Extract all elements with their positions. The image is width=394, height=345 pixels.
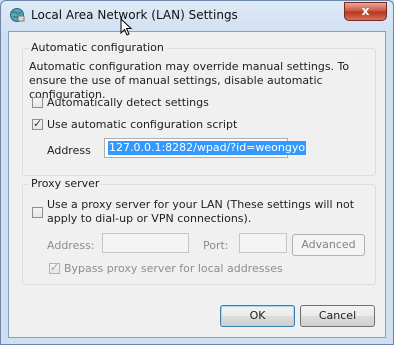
proxy-port-label: Port: <box>203 239 229 252</box>
proxy-address-input[interactable] <box>102 233 189 253</box>
proxy-port-input[interactable] <box>239 233 287 253</box>
bypass-local-checkbox[interactable] <box>49 261 60 274</box>
automatic-configuration-legend: Automatic configuration <box>29 41 166 54</box>
cancel-button[interactable]: Cancel <box>300 305 375 327</box>
bypass-local-label[interactable]: Bypass proxy server for local addresses <box>64 262 283 275</box>
use-config-script-label[interactable]: Use automatic configuration script <box>47 118 237 131</box>
auto-detect-checkbox[interactable] <box>32 97 43 108</box>
config-script-address-input[interactable]: 127.0.0.1:8282/wpad/?id=weongyo <box>104 138 307 158</box>
use-proxy-checkbox[interactable] <box>32 207 43 218</box>
address-value: 127.0.0.1:8282/wpad/?id=weongyo <box>108 141 307 155</box>
auto-detect-label[interactable]: Automatically detect settings <box>47 96 209 109</box>
use-config-script-checkbox[interactable] <box>32 117 43 130</box>
proxy-address-label: Address: <box>47 239 95 252</box>
window-title: Local Area Network (LAN) Settings <box>31 8 238 22</box>
title-bar[interactable]: Local Area Network (LAN) Settings x <box>1 1 393 31</box>
address-label: Address <box>47 144 91 157</box>
ok-button[interactable]: OK <box>220 305 295 327</box>
close-button[interactable]: x <box>344 2 387 21</box>
mouse-pointer-icon <box>120 18 132 36</box>
proxy-server-legend: Proxy server <box>29 177 102 190</box>
close-icon: x <box>361 4 370 18</box>
network-globe-icon <box>10 8 25 22</box>
dialog-body: Automatic configuration Automatic config… <box>8 31 386 338</box>
advanced-button[interactable]: Advanced <box>292 234 365 256</box>
use-proxy-label[interactable]: Use a proxy server for your LAN (These s… <box>47 198 365 226</box>
lan-settings-dialog: Local Area Network (LAN) Settings x Auto… <box>0 0 394 345</box>
